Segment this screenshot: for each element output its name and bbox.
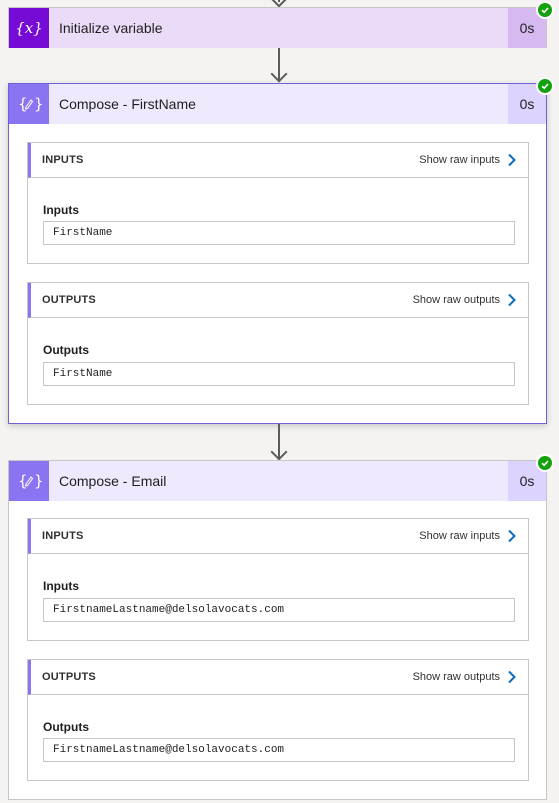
success-check-icon [538,79,552,93]
variable-icon: {x} [9,8,49,48]
inputs-value-field[interactable]: FirstName [43,221,515,245]
section-title: OUTPUTS [42,294,96,306]
step-card-initialize-variable[interactable]: {x} Initialize variable 0s [8,3,552,48]
outputs-section: OUTPUTS Show raw outputs Outputs FirstNa… [27,282,529,405]
inputs-value-field[interactable]: FirstnameLastname@delsolavocats.com [43,598,515,622]
outputs-section-header: OUTPUTS Show raw outputs [28,283,528,318]
connector-arrowhead [270,443,288,461]
inputs-section: INPUTS Show raw inputs Inputs FirstnameL… [27,518,529,641]
chevron-right-icon[interactable] [506,292,518,308]
show-raw-inputs-link[interactable]: Show raw inputs [419,154,500,166]
inputs-section-header: INPUTS Show raw inputs [28,519,528,554]
chevron-right-icon[interactable] [506,152,518,168]
step-header[interactable]: { } Compose - Email 0s [9,461,546,501]
svg-text:{x}: {x} [15,19,43,37]
compose-icon: { } [9,84,49,124]
field-label: Inputs [43,579,79,593]
section-title: INPUTS [42,154,84,166]
outputs-section-header: OUTPUTS Show raw outputs [28,660,528,695]
step-title: Compose - FirstName [59,96,196,112]
show-raw-outputs-link[interactable]: Show raw outputs [413,294,500,306]
show-raw-outputs-link[interactable]: Show raw outputs [413,671,500,683]
outputs-value-field[interactable]: FirstnameLastname@delsolavocats.com [43,738,515,762]
field-label: Outputs [43,720,89,734]
inputs-section: INPUTS Show raw inputs Inputs FirstName [27,142,529,264]
outputs-section: OUTPUTS Show raw outputs Outputs Firstna… [27,659,529,781]
success-check-icon [538,456,552,470]
svg-text:}: } [34,472,42,490]
field-label: Inputs [43,203,79,217]
svg-text:{: { [18,95,28,113]
step-title: Compose - Email [59,473,167,489]
connector-arrowhead [270,65,288,83]
chevron-right-icon[interactable] [506,528,518,544]
svg-text:}: } [34,95,42,113]
svg-text:{: { [18,472,28,490]
step-title: Initialize variable [59,20,163,36]
compose-icon: { } [9,461,49,501]
field-label: Outputs [43,343,89,357]
section-title: OUTPUTS [42,671,96,683]
section-title: INPUTS [42,530,84,542]
step-header[interactable]: {x} Initialize variable 0s [9,8,546,48]
step-card-compose-email[interactable]: { } Compose - Email 0s INPUTS Show raw i… [8,456,552,800]
inputs-section-header: INPUTS Show raw inputs [28,143,528,178]
chevron-right-icon[interactable] [506,669,518,685]
step-header[interactable]: { } Compose - FirstName 0s [9,84,546,124]
success-check-icon [538,3,552,17]
outputs-value-field[interactable]: FirstName [43,362,515,386]
step-card-compose-firstname[interactable]: { } Compose - FirstName 0s INPUTS Show r… [8,79,552,424]
show-raw-inputs-link[interactable]: Show raw inputs [419,530,500,542]
